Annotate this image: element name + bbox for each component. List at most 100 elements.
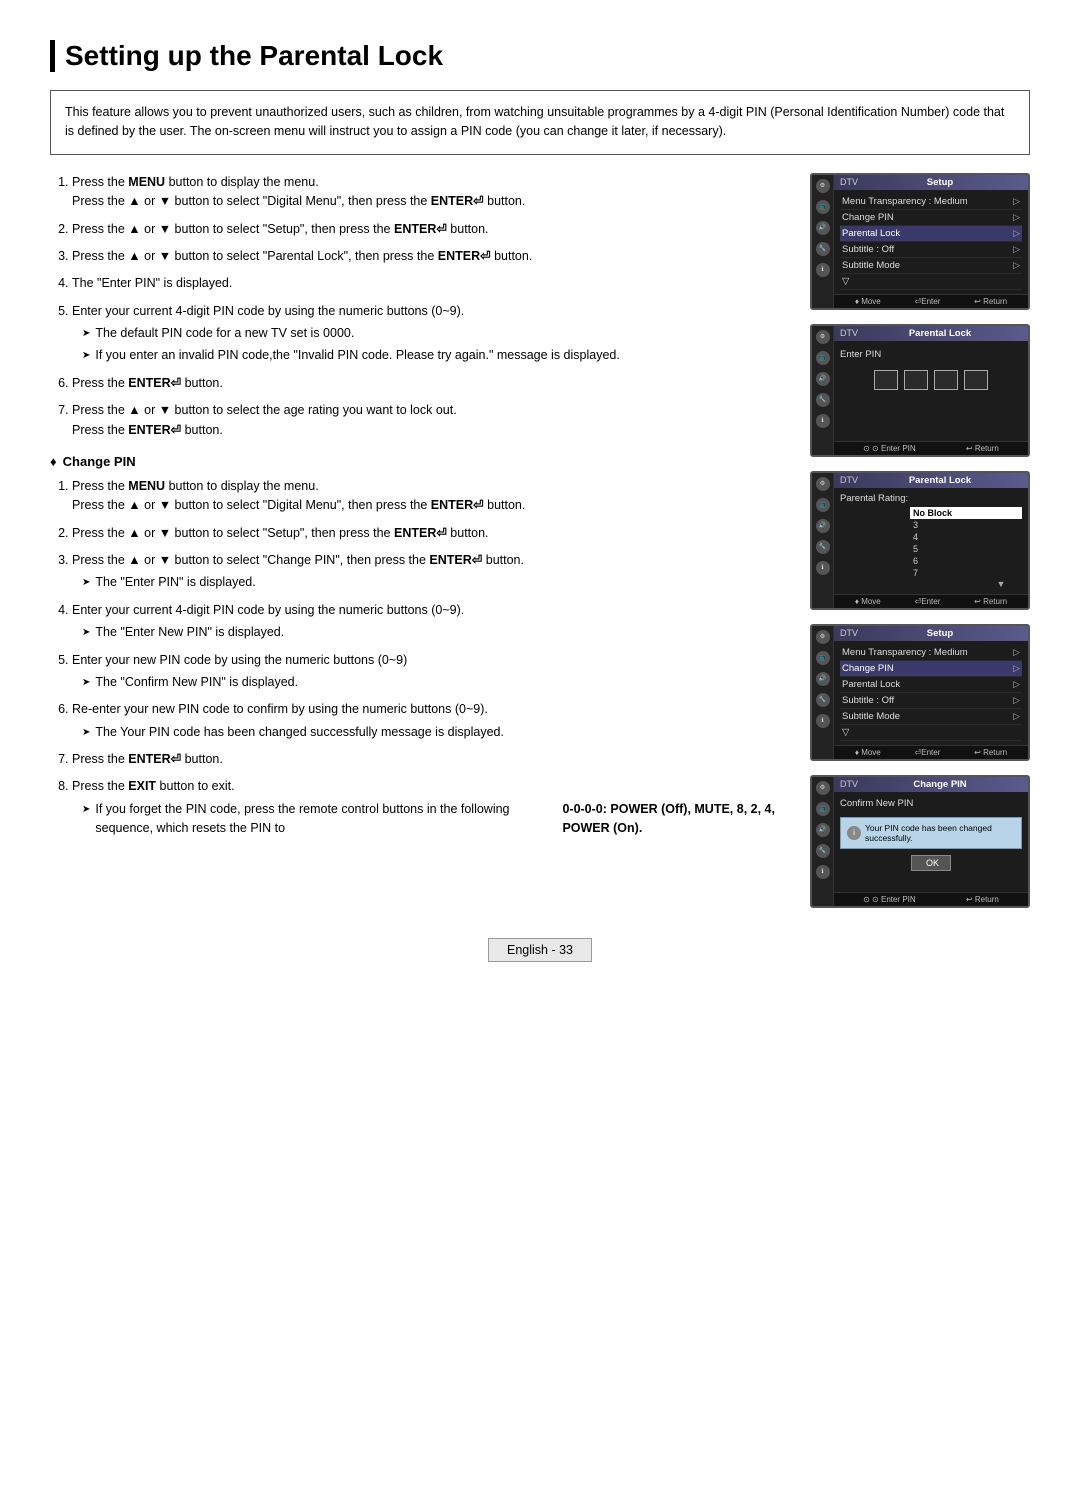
tv-screen-pin: ⚙ 📺 🔊 🔧 ℹ DTV Parental Lock Enter PIN xyxy=(810,324,1030,457)
s2-changepin: Change PIN ▷ xyxy=(840,661,1022,677)
menu-item-parentallock: Parental Lock ▷ xyxy=(840,226,1022,242)
sidebar-icon-5: ℹ xyxy=(816,263,830,277)
ok-button[interactable]: OK xyxy=(911,855,951,871)
s2-down: ▽ xyxy=(840,725,1022,741)
sidebar-icon-p1: ⚙ xyxy=(816,330,830,344)
sidebar-icon-cp5: ℹ xyxy=(816,865,830,879)
sidebar-icon-s25: ℹ xyxy=(816,714,830,728)
rating-3: 3 xyxy=(910,519,1022,531)
pin-box-3 xyxy=(934,370,958,390)
step-1: Press the MENU button to display the men… xyxy=(72,173,790,212)
cp-step-3: Press the ▲ or ▼ button to select "Chang… xyxy=(72,551,790,593)
right-column: ⚙ 📺 🔊 🔧 ℹ DTV Setup Menu Transparency : … xyxy=(810,173,1030,908)
rating-6: 6 xyxy=(910,555,1022,567)
tv-header-rating: DTV Parental Lock xyxy=(834,473,1028,488)
intro-box: This feature allows you to prevent unaut… xyxy=(50,90,1030,155)
s2-parentallock: Parental Lock ▷ xyxy=(840,677,1022,693)
sidebar-icon-p2: 📺 xyxy=(816,351,830,365)
sidebar-icon-4: 🔧 xyxy=(816,242,830,256)
parental-rating-label: Parental Rating: xyxy=(840,493,1022,504)
tv-sidebar-s2: ⚙ 📺 🔊 🔧 ℹ xyxy=(812,626,834,759)
tv-body-setup1: Menu Transparency : Medium ▷ Change PIN … xyxy=(834,190,1028,294)
change-pin-steps: Press the MENU button to display the men… xyxy=(50,477,790,839)
pin-box-4 xyxy=(964,370,988,390)
sidebar-icon-p4: 🔧 xyxy=(816,393,830,407)
sidebar-icon-cp1: ⚙ xyxy=(816,781,830,795)
rating-4: 4 xyxy=(910,531,1022,543)
tv-footer-pin: ⊙ ⊙ Enter PIN ↩ Return xyxy=(834,441,1028,455)
menu-item-down: ▽ xyxy=(840,274,1022,290)
pin-box-1 xyxy=(874,370,898,390)
sidebar-icon-s24: 🔧 xyxy=(816,693,830,707)
cp-step-2: Press the ▲ or ▼ button to select "Setup… xyxy=(72,524,790,543)
s2-subtitle: Subtitle : Off ▷ xyxy=(840,693,1022,709)
info-icon: i xyxy=(847,826,861,840)
footer-box: English - 33 xyxy=(488,938,592,962)
rating-scroll: ▼ xyxy=(980,579,1022,589)
sidebar-icon-r1: ⚙ xyxy=(816,477,830,491)
rating-list: No Block 3 4 5 6 7 ▼ xyxy=(910,507,1022,589)
sidebar-icon-cp4: 🔧 xyxy=(816,844,830,858)
cp-step-5: Enter your new PIN code by using the num… xyxy=(72,651,790,693)
tv-footer-rating: ♦ Move ⏎Enter ↩ Return xyxy=(834,594,1028,608)
cp-step-6: Re-enter your new PIN code to confirm by… xyxy=(72,700,790,742)
sidebar-icon-cp2: 📺 xyxy=(816,802,830,816)
tv-header-pin: DTV Parental Lock xyxy=(834,326,1028,341)
cp-step-4: Enter your current 4-digit PIN code by u… xyxy=(72,601,790,643)
sidebar-icon-r3: 🔊 xyxy=(816,519,830,533)
tv-header-setup1: DTV Setup xyxy=(834,175,1028,190)
s2-subtitlemode: Subtitle Mode ▷ xyxy=(840,709,1022,725)
sidebar-icon-r5: ℹ xyxy=(816,561,830,575)
step-2: Press the ▲ or ▼ button to select "Setup… xyxy=(72,220,790,239)
sidebar-icon-s22: 📺 xyxy=(816,651,830,665)
page-title: Setting up the Parental Lock xyxy=(50,40,1030,72)
tv-footer-changepin: ⊙ ⊙ Enter PIN ↩ Return xyxy=(834,892,1028,906)
tv-footer-setup2: ♦ Move ⏎Enter ↩ Return xyxy=(834,745,1028,759)
tv-body-setup2: Menu Transparency : Medium ▷ Change PIN … xyxy=(834,641,1028,745)
tv-screen-setup2: ⚙ 📺 🔊 🔧 ℹ DTV Setup Menu Transparency : … xyxy=(810,624,1030,761)
change-pin-header: Change PIN xyxy=(50,454,790,469)
sidebar-icon-r2: 📺 xyxy=(816,498,830,512)
step-3: Press the ▲ or ▼ button to select "Paren… xyxy=(72,247,790,266)
step-7: Press the ▲ or ▼ button to select the ag… xyxy=(72,401,790,440)
sidebar-icon-s23: 🔊 xyxy=(816,672,830,686)
tv-screen-setup1: ⚙ 📺 🔊 🔧 ℹ DTV Setup Menu Transparency : … xyxy=(810,173,1030,310)
tv-sidebar: ⚙ 📺 🔊 🔧 ℹ xyxy=(812,175,834,308)
sidebar-icon-cp3: 🔊 xyxy=(816,823,830,837)
menu-item-subtitlemode: Subtitle Mode ▷ xyxy=(840,258,1022,274)
sidebar-icon-3: 🔊 xyxy=(816,221,830,235)
rating-5: 5 xyxy=(910,543,1022,555)
rating-7: 7 xyxy=(910,567,1022,579)
parental-lock-steps: Press the MENU button to display the men… xyxy=(50,173,790,440)
sidebar-icon-1: ⚙ xyxy=(816,179,830,193)
sidebar-icon-p3: 🔊 xyxy=(816,372,830,386)
tv-sidebar-pin: ⚙ 📺 🔊 🔧 ℹ xyxy=(812,326,834,455)
rating-no-block: No Block xyxy=(910,507,1022,519)
cp-step-7: Press the ENTER⏎ button. xyxy=(72,750,790,769)
sidebar-icon-p5: ℹ xyxy=(816,414,830,428)
pin-box-2 xyxy=(904,370,928,390)
tv-sidebar-rating: ⚙ 📺 🔊 🔧 ℹ xyxy=(812,473,834,608)
left-column: Press the MENU button to display the men… xyxy=(50,173,790,908)
menu-item-subtitle: Subtitle : Off ▷ xyxy=(840,242,1022,258)
tv-body-changepin: Confirm New PIN i Your PIN code has been… xyxy=(834,792,1028,892)
sidebar-icon-r4: 🔧 xyxy=(816,540,830,554)
tv-footer-setup1: ♦ Move ⏎Enter ↩ Return xyxy=(834,294,1028,308)
menu-item-transparency: Menu Transparency : Medium ▷ xyxy=(840,194,1022,210)
success-message-box: i Your PIN code has been changed success… xyxy=(840,817,1022,849)
page-footer: English - 33 xyxy=(50,938,1030,962)
cp-step-1: Press the MENU button to display the men… xyxy=(72,477,790,516)
tv-sidebar-cp: ⚙ 📺 🔊 🔧 ℹ xyxy=(812,777,834,906)
menu-item-changepin: Change PIN ▷ xyxy=(840,210,1022,226)
sidebar-icon-s21: ⚙ xyxy=(816,630,830,644)
cp-step-8: Press the EXIT button to exit. If you fo… xyxy=(72,777,790,838)
sidebar-icon-2: 📺 xyxy=(816,200,830,214)
tv-screen-rating: ⚙ 📺 🔊 🔧 ℹ DTV Parental Lock Parental Rat… xyxy=(810,471,1030,610)
tv-body-rating: Parental Rating: No Block 3 4 5 6 7 ▼ xyxy=(834,488,1028,594)
step-6: Press the ENTER⏎ button. xyxy=(72,374,790,393)
tv-header-changepin: DTV Change PIN xyxy=(834,777,1028,792)
tv-header-setup2: DTV Setup xyxy=(834,626,1028,641)
step-5: Enter your current 4-digit PIN code by u… xyxy=(72,302,790,366)
step-4: The "Enter PIN" is displayed. xyxy=(72,274,790,293)
s2-transparency: Menu Transparency : Medium ▷ xyxy=(840,645,1022,661)
